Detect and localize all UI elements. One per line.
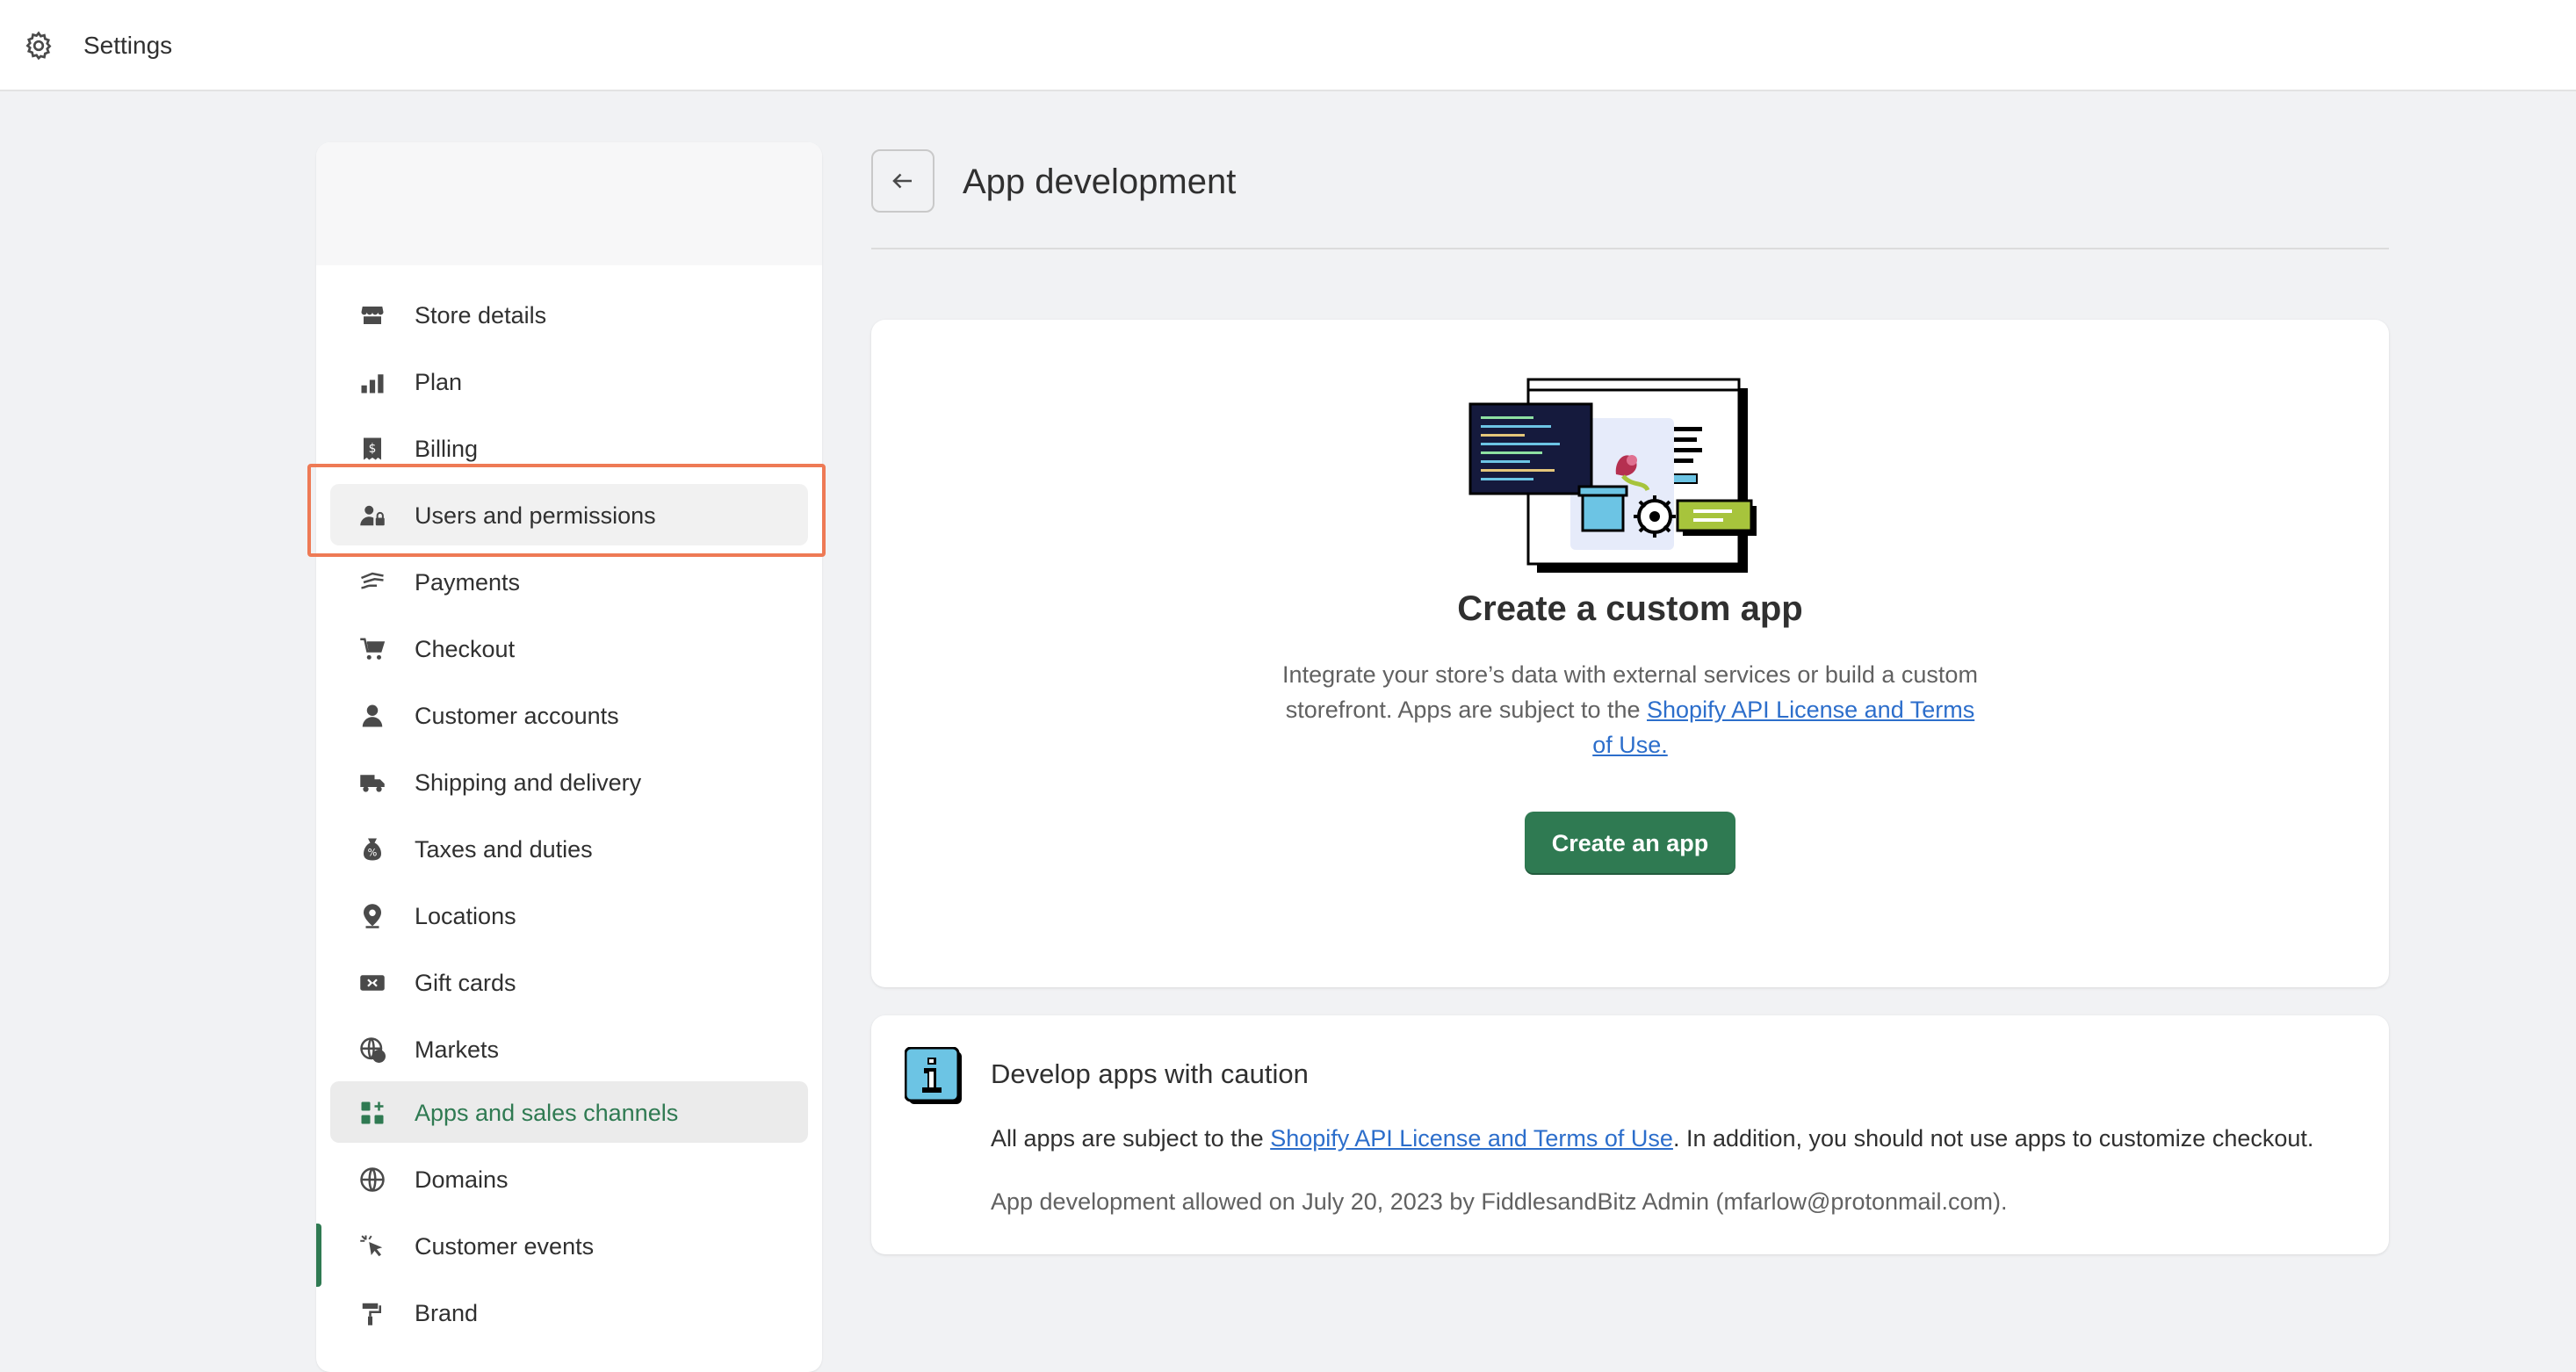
caution-text-prefix: All apps are subject to the — [991, 1125, 1271, 1152]
caution-text: All apps are subject to the Shopify API … — [991, 1123, 2313, 1154]
sidebar-item-checkout[interactable]: Checkout — [330, 617, 808, 679]
sidebar-item-label: Payments — [415, 569, 521, 596]
caution-card: Develop apps with caution All apps are s… — [871, 1015, 2389, 1254]
arrow-left-icon — [892, 173, 912, 189]
sidebar-item-label: Plan — [415, 369, 463, 395]
sidebar-item-label: Brand — [415, 1300, 479, 1326]
top-bar: Settings — [0, 0, 2576, 91]
gift-card-icon — [358, 969, 386, 997]
settings-sidebar: Store details Plan $ Billing Users and p… — [316, 142, 822, 1372]
sidebar-item-customer-accounts[interactable]: Customer accounts — [330, 684, 808, 746]
globe-dollar-icon — [358, 1036, 386, 1064]
sidebar-item-apps-and-sales-channels[interactable]: Apps and sales channels — [330, 1081, 808, 1143]
create-an-app-button[interactable]: Create an app — [1525, 812, 1735, 875]
sidebar-item-label: Customer events — [415, 1233, 595, 1260]
caution-title: Develop apps with caution — [991, 1058, 1309, 1089]
sidebar-item-store-details[interactable]: Store details — [330, 284, 808, 345]
sidebar-item-customer-events[interactable]: Customer events — [330, 1215, 808, 1276]
svg-text:%: % — [368, 848, 378, 859]
brand-icon — [358, 1299, 386, 1327]
active-indicator — [316, 1224, 321, 1287]
sidebar-item-label: Billing — [415, 436, 479, 462]
api-license-link[interactable]: Shopify API License and Terms of Use. — [1592, 697, 1974, 758]
app-development-allowed-note: App development allowed on July 20, 2023… — [991, 1188, 2008, 1215]
sidebar-item-label: Shipping and delivery — [415, 769, 642, 796]
sidebar-item-label: Customer accounts — [415, 703, 619, 729]
cursor-click-icon — [358, 1232, 386, 1260]
card-title: Create a custom app — [1457, 589, 1803, 628]
header-divider — [871, 248, 2389, 249]
sidebar-item-markets[interactable]: Markets — [330, 1018, 808, 1080]
sidebar-item-label: Locations — [415, 903, 516, 929]
card-description: Integrate your store’s data with externa… — [1279, 657, 1981, 762]
sidebar-item-users-and-permissions[interactable]: Users and permissions — [330, 484, 808, 545]
sidebar-item-plan[interactable]: Plan — [330, 350, 808, 412]
sidebar-item-label: Gift cards — [415, 970, 516, 996]
sidebar-item-gift-cards[interactable]: Gift cards — [330, 951, 808, 1013]
sidebar-item-brand[interactable]: Brand — [330, 1282, 808, 1343]
billing-icon: $ — [358, 435, 386, 463]
sidebar-item-label: Markets — [415, 1036, 500, 1063]
api-license-terms-link[interactable]: Shopify API License and Terms of Use — [1270, 1125, 1673, 1152]
truck-icon — [358, 769, 386, 797]
create-custom-app-card: Create a custom app Integrate your store… — [871, 320, 2389, 987]
sidebar-item-shipping-and-delivery[interactable]: Shipping and delivery — [330, 751, 808, 812]
sidebar-header — [316, 142, 822, 265]
sidebar-item-label: Domains — [415, 1166, 509, 1193]
sidebar-item-label: Apps and sales channels — [415, 1100, 679, 1126]
location-pin-icon — [358, 902, 386, 930]
cart-icon — [358, 635, 386, 663]
page-title: App development — [963, 162, 1237, 201]
sidebar-item-taxes-and-duties[interactable]: % Taxes and duties — [330, 818, 808, 879]
globe-icon — [358, 1166, 386, 1194]
gear-icon[interactable] — [23, 30, 54, 61]
sidebar-item-payments[interactable]: Payments — [330, 551, 808, 612]
sidebar-item-label: Taxes and duties — [415, 836, 593, 863]
sidebar-item-locations[interactable]: Locations — [330, 885, 808, 946]
settings-title: Settings — [83, 32, 173, 59]
store-icon — [358, 301, 386, 329]
sidebar-item-domains[interactable]: Domains — [330, 1148, 808, 1210]
plan-icon — [358, 368, 386, 396]
info-icon — [905, 1047, 962, 1104]
tax-bag-icon: % — [358, 835, 386, 863]
payments-icon — [358, 568, 386, 596]
sidebar-item-label: Checkout — [415, 636, 516, 662]
svg-text:$: $ — [369, 442, 377, 456]
caution-text-suffix: . In addition, you should not use apps t… — [1672, 1125, 2314, 1152]
custom-app-illustration — [1468, 378, 1757, 573]
apps-grid-icon — [358, 1099, 386, 1127]
sidebar-item-label: Store details — [415, 302, 547, 329]
sidebar-item-billing[interactable]: $ Billing — [330, 417, 808, 479]
user-lock-icon — [358, 502, 386, 530]
back-button[interactable] — [871, 149, 934, 213]
person-icon — [358, 702, 386, 730]
sidebar-item-label: Users and permissions — [415, 502, 656, 529]
